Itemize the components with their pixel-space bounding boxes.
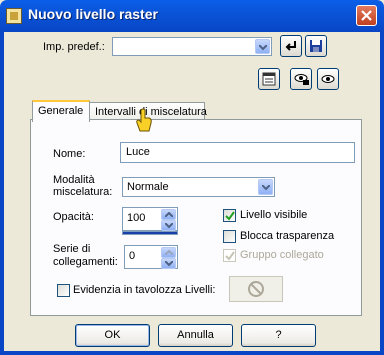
preset-dropdown[interactable] — [112, 37, 272, 56]
eye-lock-icon — [294, 74, 309, 85]
blend-mode-value: Normale — [127, 181, 169, 193]
highlight-color-swatch[interactable] — [229, 276, 283, 302]
title-bar[interactable]: Nuovo livello raster — [0, 0, 384, 32]
name-input[interactable]: Luce — [120, 142, 355, 163]
lock-transparency-checkbox[interactable] — [223, 230, 236, 243]
opacity-slider[interactable] — [122, 231, 178, 235]
tab-label: Generale — [38, 105, 84, 117]
link-set-spinner[interactable]: 0 — [124, 245, 178, 269]
link-down-button[interactable] — [161, 258, 176, 269]
opacity-label: Opacità: — [53, 211, 94, 223]
link-label-line1: Serie di — [53, 243, 91, 255]
opacity-up-button[interactable] — [161, 209, 176, 220]
layer-app-icon — [6, 8, 22, 24]
eye-icon — [321, 75, 335, 83]
link-up-button[interactable] — [161, 247, 176, 258]
chevron-up-icon — [165, 250, 173, 255]
opacity-spinner[interactable]: 100 — [122, 207, 178, 231]
preview-lock-button[interactable] — [290, 68, 312, 90]
layer-properties-button[interactable] — [258, 68, 280, 90]
chevron-down-icon — [165, 223, 173, 228]
hand-pointer-icon — [136, 108, 152, 132]
no-color-icon — [248, 281, 264, 297]
window-title: Nuovo livello raster — [28, 6, 158, 22]
opacity-down-button[interactable] — [161, 220, 176, 231]
save-preset-button[interactable] — [305, 35, 327, 57]
link-set-value: 0 — [129, 250, 136, 262]
blend-label-line1: Modalità — [53, 174, 95, 186]
chevron-down-icon[interactable] — [255, 39, 270, 54]
floppy-disk-icon — [310, 40, 322, 52]
blend-label-line2: miscelatura: — [53, 186, 113, 198]
highlight-checkbox[interactable] — [57, 284, 70, 297]
close-icon — [361, 10, 372, 21]
blend-mode-dropdown[interactable]: Normale — [122, 177, 275, 197]
checkmark-icon — [225, 251, 235, 261]
visible-checkbox[interactable] — [223, 209, 236, 222]
close-button[interactable] — [356, 5, 377, 26]
help-button[interactable]: ? — [241, 324, 316, 347]
group-linked-label: Gruppo collegato — [240, 249, 324, 261]
lock-transparency-label: Blocca trasparenza — [240, 230, 335, 242]
chevron-down-icon — [165, 261, 173, 266]
name-label: Nome: — [53, 148, 86, 160]
ok-button[interactable]: OK — [75, 324, 150, 347]
chevron-down-icon[interactable] — [258, 179, 273, 195]
preview-button[interactable] — [317, 68, 339, 90]
opacity-value: 100 — [127, 212, 146, 224]
tab-generale[interactable]: Generale — [32, 100, 90, 122]
cancel-button[interactable]: Annulla — [158, 324, 233, 347]
group-linked-checkbox[interactable] — [223, 249, 236, 262]
opacity-slider-fill — [123, 232, 177, 234]
checkmark-icon — [225, 211, 235, 221]
link-label-line2: collegamenti: — [53, 256, 118, 268]
load-preset-button[interactable] — [280, 35, 302, 57]
name-value: Luce — [126, 146, 150, 158]
load-arrow-icon — [285, 41, 296, 51]
highlight-label: Evidenzia in tavolozza Livelli: — [73, 284, 216, 296]
preset-label: Imp. predef.: — [43, 41, 105, 53]
window-icon — [262, 72, 276, 86]
chevron-up-icon — [165, 212, 173, 217]
visible-label: Livello visibile — [240, 209, 308, 221]
